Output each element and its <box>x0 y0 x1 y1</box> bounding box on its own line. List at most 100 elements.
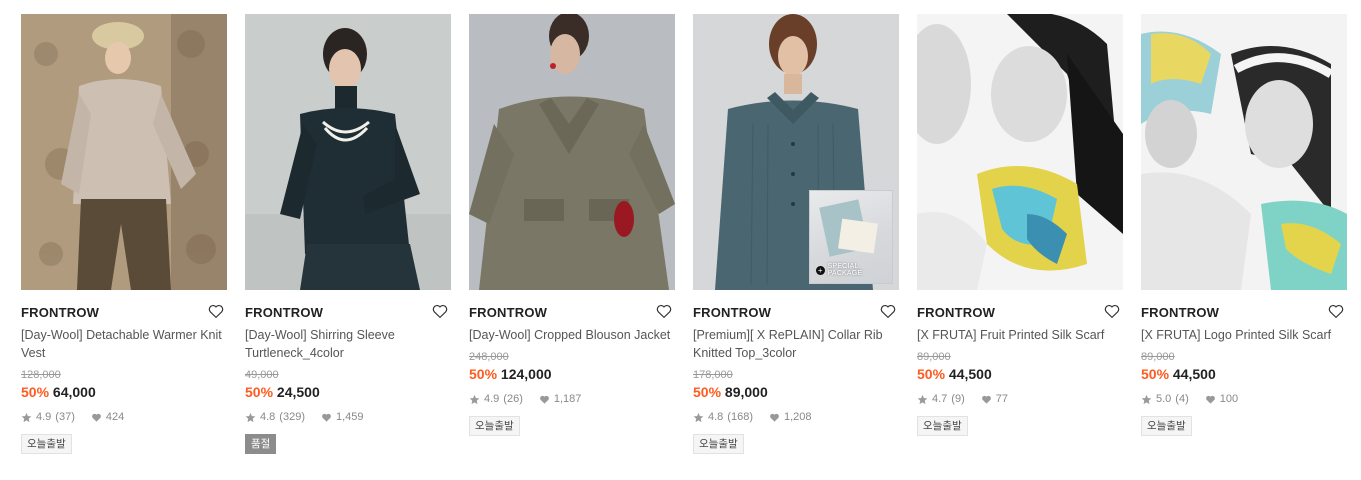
sale-price: 64,000 <box>52 384 96 400</box>
heart-filled-icon <box>91 413 101 422</box>
product-card[interactable]: FRONTROW [Day-Wool] Cropped Blouson Jack… <box>469 14 675 436</box>
heart-filled-icon <box>1205 395 1215 404</box>
product-card[interactable]: FRONTROW [Day-Wool] Detachable Warmer Kn… <box>21 14 227 454</box>
discount-rate: 50% <box>469 366 498 382</box>
discount-rate: 50% <box>1141 366 1170 382</box>
like-count: 424 <box>105 411 125 423</box>
sale-price: 44,500 <box>1172 366 1216 382</box>
like-count: 100 <box>1219 393 1239 405</box>
product-name[interactable]: [Premium][ X RePLAIN] Collar Rib Knitted… <box>693 326 899 362</box>
brand-name[interactable]: FRONTROW <box>21 305 99 320</box>
wishlist-heart-icon[interactable] <box>431 302 449 320</box>
original-price: 178,000 <box>693 369 733 381</box>
original-price: 248,000 <box>469 351 509 363</box>
product-image[interactable]: + SPECIAL PACKAGE <box>693 14 899 290</box>
special-package-label: SPECIAL PACKAGE <box>827 263 863 277</box>
price-row: 50% 24,500 <box>245 383 451 401</box>
product-photo <box>1141 14 1347 290</box>
product-photo <box>917 14 1123 290</box>
review-meta: 5.0 (4) 100 <box>1141 392 1347 406</box>
star-icon <box>693 412 704 422</box>
wishlist-heart-icon[interactable] <box>1103 302 1121 320</box>
sold-out-badge: 품절 <box>245 434 277 454</box>
heart-filled-icon <box>981 395 991 404</box>
star-icon <box>245 412 256 422</box>
shipping-badge: 오늘출발 <box>469 416 520 436</box>
product-name[interactable]: [Day-Wool] Cropped Blouson Jacket <box>469 326 675 344</box>
product-name[interactable]: [Day-Wool] Shirring Sleeve Turtleneck_4c… <box>245 326 451 362</box>
product-grid: FRONTROW [Day-Wool] Detachable Warmer Kn… <box>0 0 1361 480</box>
product-card[interactable]: FRONTROW [X FRUTA] Fruit Printed Silk Sc… <box>917 14 1123 436</box>
product-name-line: [Premium][ X RePLAIN] Collar Rib <box>693 328 883 342</box>
discount-rate: 50% <box>245 384 274 400</box>
product-image[interactable] <box>469 14 675 290</box>
brand-name[interactable]: FRONTROW <box>1141 305 1219 320</box>
original-price: 128,000 <box>21 369 61 381</box>
product-card[interactable]: FRONTROW [X FRUTA] Logo Printed Silk Sca… <box>1141 14 1347 436</box>
product-image[interactable] <box>21 14 227 290</box>
rating-value: 4.7 <box>932 393 948 405</box>
original-price: 49,000 <box>245 369 279 381</box>
star-icon <box>917 394 928 404</box>
price-row: 50% 89,000 <box>693 383 899 401</box>
product-name[interactable]: [X FRUTA] Logo Printed Silk Scarf <box>1141 326 1347 344</box>
discount-rate: 50% <box>693 384 722 400</box>
product-card[interactable]: + SPECIAL PACKAGE FRONTROW [Premium][ X … <box>693 14 899 454</box>
product-name-line: [Day-Wool] Shirring Sleeve <box>245 328 395 342</box>
product-image[interactable] <box>917 14 1123 290</box>
wishlist-heart-icon[interactable] <box>879 302 897 320</box>
star-icon <box>469 394 480 404</box>
star-icon <box>21 412 32 422</box>
wishlist-heart-icon[interactable] <box>1327 302 1345 320</box>
review-count: (26) <box>503 393 523 405</box>
like-count: 1,208 <box>783 411 812 423</box>
review-meta: 4.8 (168) 1,208 <box>693 410 899 424</box>
review-count: (9) <box>951 393 965 405</box>
like-count: 77 <box>995 393 1008 405</box>
price-row: 50% 64,000 <box>21 383 227 401</box>
review-meta: 4.9 (37) 424 <box>21 410 227 424</box>
review-meta: 4.7 (9) 77 <box>917 392 1123 406</box>
star-icon <box>1141 394 1152 404</box>
product-name-line: Vest <box>21 346 46 360</box>
wishlist-heart-icon[interactable] <box>207 302 225 320</box>
discount-rate: 50% <box>917 366 946 382</box>
product-card[interactable]: FRONTROW [Day-Wool] Shirring Sleeve Turt… <box>245 14 451 454</box>
product-name-line: [Day-Wool] Detachable Warmer Knit <box>21 328 222 342</box>
original-price: 89,000 <box>1141 351 1175 363</box>
rating-value: 4.8 <box>708 411 724 423</box>
review-count: (168) <box>727 411 753 423</box>
rating-value: 4.9 <box>36 411 52 423</box>
product-image[interactable] <box>245 14 451 290</box>
brand-name[interactable]: FRONTROW <box>245 305 323 320</box>
review-meta: 4.9 (26) 1,187 <box>469 392 675 406</box>
product-name[interactable]: [Day-Wool] Detachable Warmer Knit Vest <box>21 326 227 362</box>
brand-name[interactable]: FRONTROW <box>693 305 771 320</box>
product-image[interactable] <box>1141 14 1347 290</box>
sale-price: 44,500 <box>948 366 992 382</box>
product-name[interactable]: [X FRUTA] Fruit Printed Silk Scarf <box>917 326 1123 344</box>
product-name-line: [X FRUTA] Fruit Printed Silk Scarf <box>917 328 1105 342</box>
discount-rate: 50% <box>21 384 50 400</box>
special-package-overlay[interactable]: + SPECIAL PACKAGE <box>809 190 893 284</box>
original-price: 89,000 <box>917 351 951 363</box>
heart-filled-icon <box>770 413 779 422</box>
product-photo <box>21 14 227 290</box>
price-row: 50% 124,000 <box>469 365 675 383</box>
heart-filled-icon <box>322 413 331 422</box>
shipping-badge: 오늘출발 <box>917 416 968 436</box>
plus-circle-icon: + <box>816 265 825 275</box>
shipping-badge: 오늘출발 <box>21 434 72 454</box>
product-name-line: [Day-Wool] Cropped Blouson Jacket <box>469 328 671 342</box>
brand-name[interactable]: FRONTROW <box>917 305 995 320</box>
wishlist-heart-icon[interactable] <box>655 302 673 320</box>
product-name-line: Knitted Top_3color <box>693 346 797 360</box>
review-count: (4) <box>1175 393 1189 405</box>
like-count: 1,187 <box>553 393 582 405</box>
like-count: 1,459 <box>335 411 364 423</box>
brand-name[interactable]: FRONTROW <box>469 305 547 320</box>
product-photo <box>245 14 451 290</box>
sale-price: 89,000 <box>724 384 768 400</box>
sale-price: 24,500 <box>276 384 320 400</box>
sale-price: 124,000 <box>500 366 552 382</box>
